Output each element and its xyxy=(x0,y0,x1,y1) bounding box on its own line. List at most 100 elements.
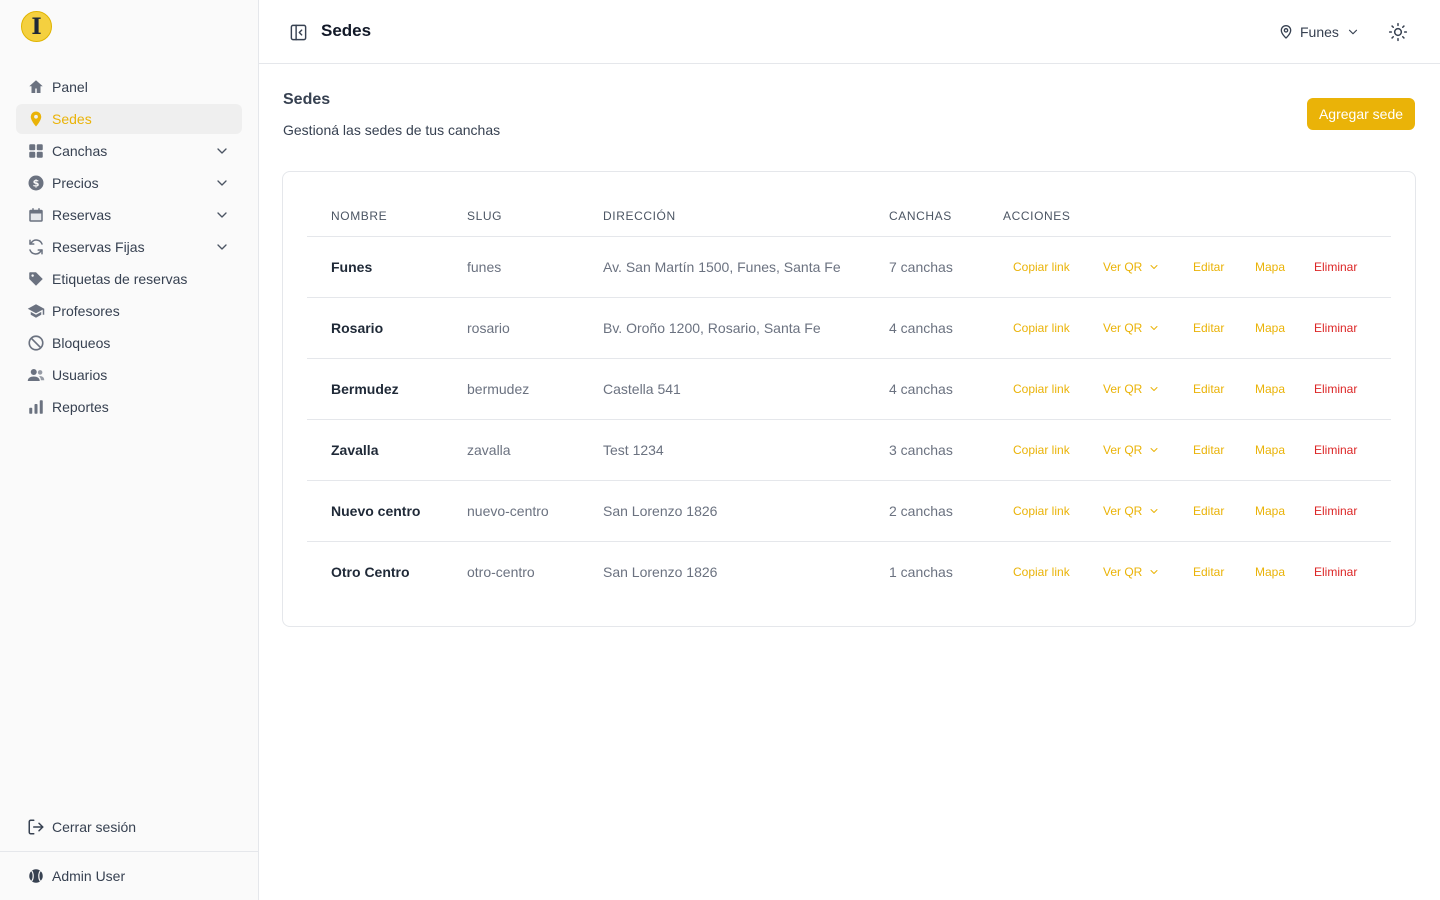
add-sede-button[interactable]: Agregar sede xyxy=(1307,98,1415,130)
logout-button[interactable]: Cerrar sesión xyxy=(16,812,242,842)
view-qr-button[interactable]: Ver QR xyxy=(1103,504,1160,518)
delete-button[interactable]: Eliminar xyxy=(1314,260,1357,274)
sidebar-toggle-button[interactable] xyxy=(288,22,308,42)
grid-icon xyxy=(27,142,45,160)
cell-direccion: Bv. Oroño 1200, Rosario, Santa Fe xyxy=(603,320,821,336)
map-button-label: Mapa xyxy=(1255,260,1286,274)
sidebar-item-label: Precios xyxy=(52,175,99,191)
view-qr-button[interactable]: Ver QR xyxy=(1103,565,1160,579)
sidebar-item-label: Reservas Fijas xyxy=(52,239,145,255)
edit-button-label: Editar xyxy=(1193,443,1225,457)
chevron-down-icon xyxy=(1346,25,1360,39)
map-button[interactable]: Mapa xyxy=(1255,443,1285,457)
sidebar-item-panel[interactable]: Panel xyxy=(16,72,242,102)
user-menu[interactable]: Admin User xyxy=(16,861,242,891)
location-selector[interactable]: Funes xyxy=(1278,21,1360,43)
copy-link-button[interactable]: Copiar link xyxy=(1013,321,1070,335)
chevron-down-icon xyxy=(1148,505,1160,517)
delete-button[interactable]: Eliminar xyxy=(1314,565,1357,579)
chevron-down-icon xyxy=(1148,383,1160,395)
delete-button[interactable]: Eliminar xyxy=(1314,504,1357,518)
view-qr-button-label: Ver QR xyxy=(1103,382,1143,396)
edit-button-label: Editar xyxy=(1193,260,1225,274)
cell-slug: rosario xyxy=(467,320,510,336)
sidebar-item-canchas[interactable]: Canchas xyxy=(16,136,242,166)
cell-slug: otro-centro xyxy=(467,564,535,580)
cell-nombre: Rosario xyxy=(331,320,384,336)
map-button-label: Mapa xyxy=(1255,565,1286,579)
copy-link-button[interactable]: Copiar link xyxy=(1013,443,1070,457)
edit-button-label: Editar xyxy=(1193,382,1225,396)
view-qr-button[interactable]: Ver QR xyxy=(1103,260,1160,274)
delete-button-label: Eliminar xyxy=(1314,321,1358,335)
map-button-label: Mapa xyxy=(1255,504,1286,518)
sidebar-item-etiquetas-de-reservas[interactable]: Etiquetas de reservas xyxy=(16,264,242,294)
view-qr-button[interactable]: Ver QR xyxy=(1103,382,1160,396)
edit-button[interactable]: Editar xyxy=(1193,321,1224,335)
sidebar-item-precios[interactable]: $ Precios xyxy=(16,168,242,198)
cell-nombre: Funes xyxy=(331,259,373,275)
copy-link-button[interactable]: Copiar link xyxy=(1013,260,1070,274)
copy-link-button[interactable]: Copiar link xyxy=(1013,382,1070,396)
chevron-down-icon xyxy=(1148,322,1160,334)
column-header-acciones: Acciones xyxy=(1003,209,1071,223)
copy-link-button[interactable]: Copiar link xyxy=(1013,504,1070,518)
cell-slug: nuevo-centro xyxy=(467,503,549,519)
chevron-down-icon[interactable] xyxy=(214,175,230,191)
delete-button[interactable]: Eliminar xyxy=(1314,443,1357,457)
map-button-label: Mapa xyxy=(1255,382,1286,396)
edit-button[interactable]: Editar xyxy=(1193,565,1224,579)
table-row: Zavalla zavalla Test 1234 3 canchas Copiar l… xyxy=(307,420,1391,481)
sidebar-item-reservas[interactable]: Reservas xyxy=(16,200,242,230)
cell-slug: zavalla xyxy=(467,442,511,458)
sidebar-item-reportes[interactable]: Reportes xyxy=(16,392,242,422)
logo-glyph: I xyxy=(31,13,42,40)
edit-button[interactable]: Editar xyxy=(1193,443,1224,457)
edit-button[interactable]: Editar xyxy=(1193,260,1224,274)
theme-toggle-button[interactable] xyxy=(1388,22,1408,42)
sidebar-item-sedes[interactable]: Sedes xyxy=(16,104,242,134)
map-button[interactable]: Mapa xyxy=(1255,321,1285,335)
copy-link-button[interactable]: Copiar link xyxy=(1013,565,1070,579)
app-logo[interactable]: I xyxy=(21,11,52,42)
sidebar-item-profesores[interactable]: Profesores xyxy=(16,296,242,326)
column-header-canchas: Canchas xyxy=(889,209,952,223)
cell-canchas: 4 canchas xyxy=(889,381,953,397)
chevron-down-icon[interactable] xyxy=(214,207,230,223)
map-button[interactable]: Mapa xyxy=(1255,382,1285,396)
delete-button-label: Eliminar xyxy=(1314,260,1358,274)
sidebar-item-reservas-fijas[interactable]: Reservas Fijas xyxy=(16,232,242,262)
delete-button[interactable]: Eliminar xyxy=(1314,321,1357,335)
column-header-direccion: Dirección xyxy=(603,209,676,223)
table-row: Funes funes Av. San Martín 1500, Funes, Sa… xyxy=(307,237,1391,298)
edit-button-label: Editar xyxy=(1193,504,1225,518)
edit-button-label: Editar xyxy=(1193,321,1225,335)
chevron-down-icon xyxy=(1148,444,1160,456)
page-subtitle: Gestioná las sedes de tus canchas xyxy=(283,122,501,138)
map-button[interactable]: Mapa xyxy=(1255,504,1285,518)
sidebar-item-label: Reportes xyxy=(52,399,109,415)
sidebar-item-usuarios[interactable]: Usuarios xyxy=(16,360,242,390)
map-button[interactable]: Mapa xyxy=(1255,565,1285,579)
sidebar-item-label: Bloqueos xyxy=(52,335,111,351)
copy-link-button-label: Copiar link xyxy=(1013,565,1070,579)
sidebar-item-label: Canchas xyxy=(52,143,108,159)
view-qr-button[interactable]: Ver QR xyxy=(1103,443,1160,457)
sidebar-item-label: Usuarios xyxy=(52,367,108,383)
edit-button[interactable]: Editar xyxy=(1193,382,1224,396)
chevron-down-icon[interactable] xyxy=(214,239,230,255)
chevron-down-icon[interactable] xyxy=(214,143,230,159)
view-qr-button[interactable]: Ver QR xyxy=(1103,321,1160,335)
home-icon xyxy=(27,78,45,96)
page-title: Sedes xyxy=(283,91,331,108)
sidebar-item-bloqueos[interactable]: Bloqueos xyxy=(16,328,242,358)
edit-button-label: Editar xyxy=(1193,565,1225,579)
cell-canchas: 1 canchas xyxy=(889,564,953,580)
delete-button[interactable]: Eliminar xyxy=(1314,382,1357,396)
cell-nombre: Otro Centro xyxy=(331,564,410,580)
map-button[interactable]: Mapa xyxy=(1255,260,1285,274)
sidebar-divider xyxy=(0,851,259,852)
edit-button[interactable]: Editar xyxy=(1193,504,1224,518)
view-qr-button-label: Ver QR xyxy=(1103,443,1143,457)
cell-slug: funes xyxy=(467,259,502,275)
